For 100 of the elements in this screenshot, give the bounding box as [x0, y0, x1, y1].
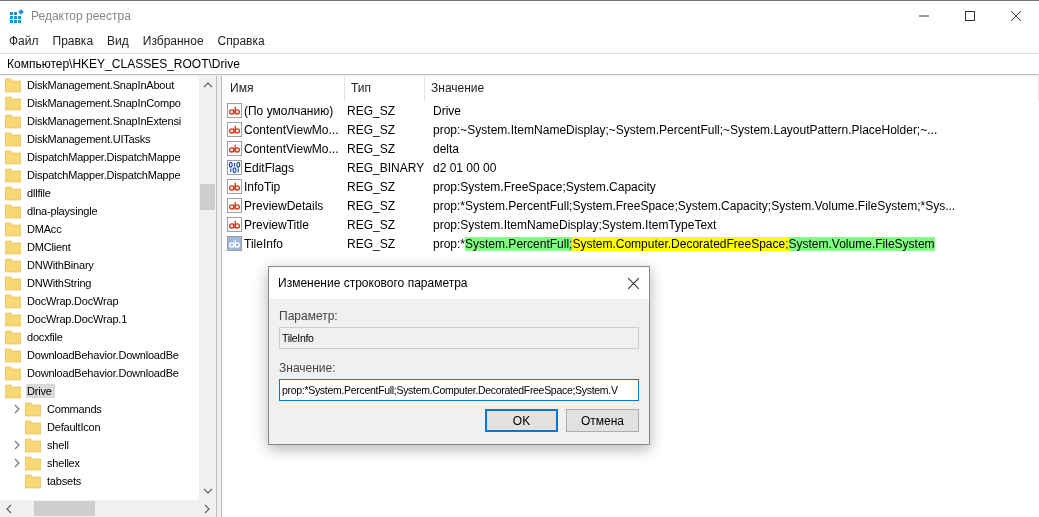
folder-icon [5, 347, 21, 363]
dialog-title: Изменение строкового параметра [278, 276, 468, 290]
tree-item[interactable]: DiskManagement.UITasks [26, 132, 154, 146]
value-type: REG_SZ [347, 198, 396, 213]
tree-item[interactable]: DocWrap.DocWrap.1 [26, 312, 131, 326]
tree-item[interactable]: DispatchMapper.DispatchMappe [26, 150, 184, 164]
value-name[interactable]: PreviewDetails [244, 198, 324, 213]
folder-icon [25, 419, 41, 435]
value-data: d2 01 00 00 [432, 160, 498, 175]
folder-icon [5, 77, 21, 93]
ok-button[interactable]: OK [485, 409, 558, 432]
value-data: prop:*System.PercentFull;System.FreeSpace;System.Capacity;System.Volume.FileSystem;*Sys... [432, 198, 957, 213]
value-name[interactable]: ContentViewMo... [244, 141, 339, 156]
tree-item[interactable]: shell [46, 438, 72, 452]
tree-item[interactable]: docxfile [26, 330, 66, 344]
menu-item[interactable]: Вид [107, 34, 129, 48]
tree-item[interactable]: DMClient [26, 240, 74, 254]
registry-icon [9, 8, 25, 24]
folder-icon [5, 365, 21, 381]
folder-icon [5, 221, 21, 237]
folder-icon [25, 455, 41, 471]
value-data: prop:System.FreeSpace;System.Capacity [432, 179, 657, 194]
cancel-button[interactable]: Отмена [566, 409, 639, 432]
folder-icon [5, 257, 21, 273]
tree-item[interactable]: DNWithBinary [26, 258, 97, 272]
folder-icon [5, 149, 21, 165]
value-data: prop:System.ItemNameDisplay;System.ItemTypeText [432, 217, 718, 232]
folder-icon [25, 473, 41, 489]
maximize-icon[interactable] [965, 11, 975, 21]
tree-item[interactable]: DefaultIcon [46, 420, 104, 434]
folder-icon [5, 293, 21, 309]
tree-item[interactable]: DiskManagement.SnapInExtensi [26, 114, 184, 128]
column-header[interactable]: Имя [227, 76, 345, 101]
value-data: prop:*System.PercentFull;System.Computer.DecoratedFreeSpace;System.Volume.FileSystem [432, 236, 936, 251]
chevron-icon[interactable] [14, 404, 20, 414]
close-icon[interactable] [628, 277, 639, 289]
folder-icon [5, 185, 21, 201]
folder-icon [5, 311, 21, 327]
scroll-up-icon[interactable] [202, 82, 213, 88]
folder-icon [5, 275, 21, 291]
folder-icon [5, 203, 21, 219]
folder-icon [5, 131, 21, 147]
window-title: Редактор реестра [31, 9, 131, 23]
value-name[interactable]: InfoTip [244, 179, 281, 194]
value-type: REG_SZ [347, 236, 396, 251]
scroll-left-icon[interactable] [6, 503, 12, 514]
name-field[interactable]: TileInfo [279, 327, 639, 349]
folder-icon [25, 401, 41, 417]
scroll-down-icon[interactable] [202, 488, 213, 494]
tree-item[interactable]: DownloadBehavior.DownloadBe [26, 366, 182, 380]
tree-item[interactable]: Commands [46, 402, 105, 416]
value-type: REG_BINARY [347, 160, 426, 175]
value-name[interactable]: (По умолчанию) [244, 103, 334, 118]
tree-item[interactable]: DMAcc [26, 222, 65, 236]
menu-item[interactable]: Справка [217, 34, 265, 48]
menu-item[interactable]: Файл [9, 34, 39, 48]
folder-icon [5, 113, 21, 129]
tree-item[interactable]: tabsets [46, 474, 85, 488]
menu-item[interactable]: Правка [52, 34, 94, 48]
tree-item[interactable]: DownloadBehavior.DownloadBe [26, 348, 182, 362]
value-field[interactable]: prop:*System.PercentFull;System.Computer.DecoratedFreeSpace;System.V [279, 379, 639, 401]
tree-item[interactable]: DiskManagement.SnapInCompo [26, 96, 184, 110]
tree-item[interactable]: dlna-playsingle [26, 204, 101, 218]
value-type: REG_SZ [347, 141, 396, 156]
tree-item[interactable]: DispatchMapper.DispatchMappe [26, 168, 184, 182]
value-data: prop:~System.ItemNameDisplay;~System.PercentFull;~System.LayoutPattern.PlaceHolder;~... [432, 122, 939, 137]
tree-item[interactable]: DocWrap.DocWrap [26, 294, 122, 308]
tree-item[interactable]: DNWithString [26, 276, 95, 290]
tree-item[interactable]: Drive [26, 384, 55, 398]
vertical-scrollbar[interactable] [199, 76, 216, 500]
folder-icon [5, 95, 21, 111]
folder-icon [5, 239, 21, 255]
scroll-thumb[interactable] [34, 501, 95, 516]
value-name[interactable]: TileInfo [244, 236, 283, 251]
value-type: REG_SZ [347, 103, 396, 118]
folder-icon [5, 383, 21, 399]
value-name[interactable]: PreviewTitle [244, 217, 309, 232]
folder-icon [25, 437, 41, 453]
value-type: REG_SZ [347, 217, 396, 232]
tree-item[interactable]: dllfile [26, 186, 54, 200]
value-data: Drive [432, 103, 462, 118]
column-header[interactable]: Тип [345, 76, 425, 101]
horizontal-scrollbar[interactable] [0, 500, 216, 517]
value-type: REG_SZ [347, 179, 396, 194]
folder-icon [5, 167, 21, 183]
field-label: Параметр: [279, 309, 339, 323]
tree-item[interactable]: shellex [46, 456, 83, 470]
tree-item[interactable]: DiskManagement.SnapInAbout [26, 78, 178, 92]
chevron-icon[interactable] [14, 458, 20, 468]
column-header[interactable]: Значение [425, 76, 1039, 101]
address-bar[interactable]: Компьютер\HKEY_CLASSES_ROOT\Drive [0, 53, 1039, 75]
value-name[interactable]: EditFlags [244, 160, 295, 175]
field-label: Значение: [279, 361, 337, 375]
close-icon[interactable] [1011, 11, 1021, 21]
chevron-icon[interactable] [14, 440, 20, 450]
value-data: delta [432, 141, 461, 156]
scroll-right-icon[interactable] [204, 503, 210, 514]
scroll-thumb[interactable] [200, 184, 215, 210]
menu-item[interactable]: Избранное [142, 34, 204, 48]
value-name[interactable]: ContentViewMo... [244, 122, 339, 137]
